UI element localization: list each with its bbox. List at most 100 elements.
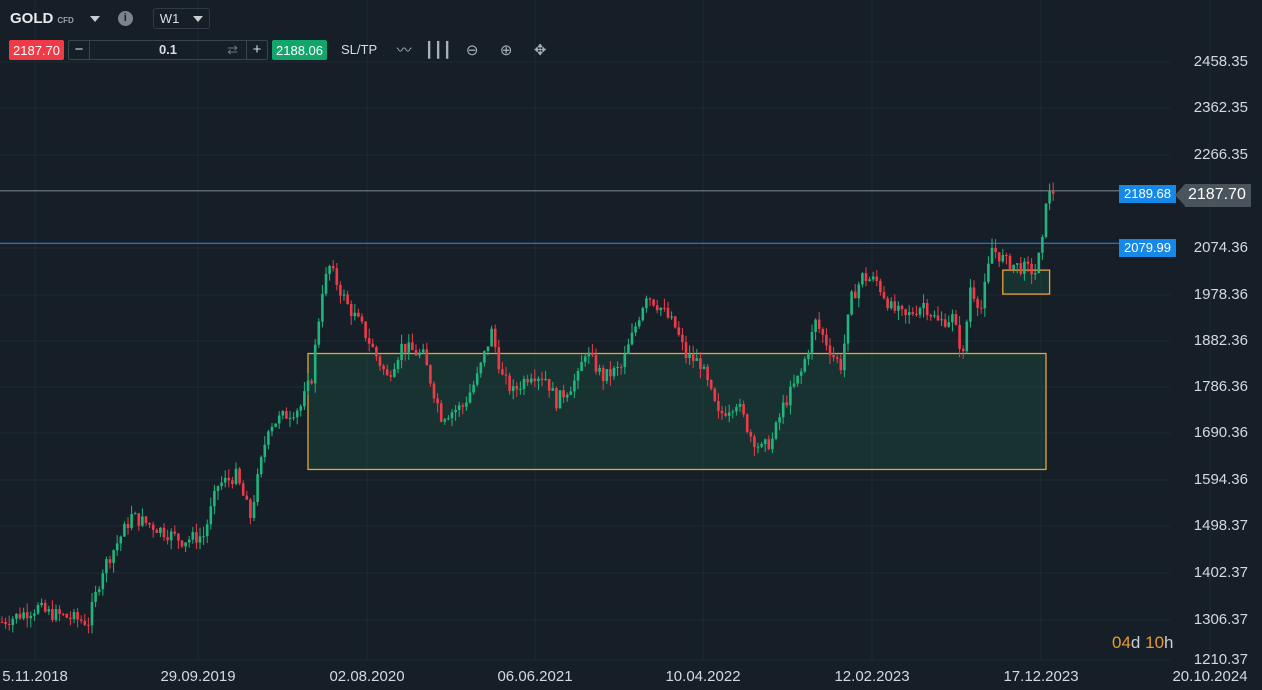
- candle-body: [126, 523, 130, 528]
- time-tick: 12.02.2023: [834, 668, 910, 685]
- candle-body: [15, 613, 18, 619]
- increase-button[interactable]: +: [247, 41, 267, 59]
- candle-body: [846, 314, 850, 344]
- candle-body: [583, 356, 587, 362]
- candle-body: [371, 343, 375, 348]
- candle-body: [137, 513, 141, 526]
- candlestick-icon[interactable]: ┃┃┃: [423, 41, 453, 59]
- candle-body: [537, 378, 540, 382]
- candle-body: [119, 536, 123, 544]
- info-icon[interactable]: i: [117, 11, 133, 26]
- candle-body: [702, 366, 706, 369]
- candle-body: [213, 490, 216, 507]
- swap-icon[interactable]: ⇄: [227, 41, 238, 59]
- candle-body: [187, 539, 191, 543]
- candle-body: [108, 559, 112, 564]
- move-icon[interactable]: ✥: [525, 41, 555, 59]
- price-tick: 1594.36: [1193, 471, 1248, 488]
- candle-body: [576, 371, 580, 381]
- candle-body: [115, 543, 119, 551]
- highlight-zone: [307, 352, 1047, 471]
- candle-body: [493, 328, 497, 348]
- candle-body: [587, 352, 591, 357]
- candle-body: [684, 342, 688, 358]
- candle-body: [40, 602, 43, 605]
- candle-body: [432, 383, 436, 399]
- candle-body: [112, 550, 115, 564]
- candle-body: [346, 294, 349, 305]
- candle-body: [972, 287, 976, 299]
- candle-body: [1005, 254, 1008, 256]
- candle-body: [349, 304, 353, 317]
- candle-body: [936, 315, 940, 321]
- candle-body: [695, 358, 699, 361]
- candle-body: [821, 328, 825, 335]
- candle-body: [864, 273, 868, 282]
- time-tick: 20.10.2024: [1172, 668, 1248, 685]
- line-chart-icon[interactable]: 〰: [389, 39, 419, 60]
- candle-body: [310, 380, 313, 384]
- level-tag-upper[interactable]: 2189.68: [1119, 185, 1176, 203]
- candle-body: [616, 366, 619, 368]
- candle-body: [425, 349, 429, 366]
- candle-body: [1023, 261, 1026, 274]
- current-price-tag: 2187.70: [1175, 184, 1251, 207]
- symbol-name[interactable]: GOLD: [10, 10, 53, 27]
- candle-body: [1051, 190, 1055, 194]
- level-tag-lower[interactable]: 2079.99: [1119, 239, 1176, 257]
- candle-body: [947, 322, 951, 327]
- candle-body: [29, 615, 33, 619]
- candle-body: [951, 314, 954, 323]
- candle-body: [306, 380, 310, 392]
- candle-body: [238, 468, 241, 484]
- candle-body: [634, 326, 637, 333]
- candle-body: [281, 411, 285, 416]
- symbol-dropdown-icon[interactable]: [89, 15, 100, 22]
- candle-body: [569, 391, 573, 395]
- candle-body: [256, 474, 259, 503]
- highlight-zone: [1002, 269, 1051, 295]
- zoom-out-icon[interactable]: ⊖: [457, 41, 487, 59]
- candle-body: [58, 609, 61, 614]
- sltp-button[interactable]: SL/TP: [341, 42, 377, 57]
- candle-body: [832, 354, 835, 358]
- candle-body: [598, 367, 601, 372]
- candle-body: [555, 388, 558, 409]
- candle-body: [796, 375, 799, 384]
- candle-body: [738, 404, 742, 407]
- candle-body: [155, 529, 159, 534]
- candle-body: [468, 392, 472, 403]
- zoom-in-icon[interactable]: ⊕: [491, 41, 521, 59]
- candle-body: [22, 612, 25, 619]
- candle-body: [396, 360, 400, 370]
- timeframe-select[interactable]: W1: [152, 8, 211, 29]
- candle-body: [490, 328, 493, 347]
- buy-button[interactable]: 2188.06: [272, 39, 327, 60]
- candle-body: [648, 298, 652, 300]
- candle-body: [54, 609, 58, 620]
- candle-body: [724, 413, 727, 416]
- candle-body: [61, 613, 65, 615]
- candle-body: [727, 412, 731, 416]
- candle-body: [101, 573, 105, 590]
- candle-body: [594, 354, 598, 372]
- quantity-stepper[interactable]: − 0.1 ⇄ +: [68, 39, 268, 60]
- candle-body: [515, 386, 519, 390]
- price-tick: 1786.36: [1193, 378, 1248, 395]
- candle-body: [148, 522, 151, 525]
- candle-body: [299, 406, 303, 411]
- candle-body: [1044, 203, 1048, 238]
- candle-body: [871, 276, 875, 280]
- candle-body: [421, 349, 425, 353]
- sell-button[interactable]: 2187.70: [9, 39, 64, 60]
- candle-body: [141, 516, 144, 526]
- candle-body: [418, 352, 421, 356]
- candle-body: [249, 499, 252, 519]
- price-tick: 1306.37: [1193, 611, 1248, 628]
- decrease-button[interactable]: −: [69, 41, 89, 59]
- quantity-input[interactable]: 0.1 ⇄: [89, 40, 247, 59]
- time-tick: 02.08.2020: [329, 668, 405, 685]
- price-chart[interactable]: [0, 0, 1262, 690]
- candle-body: [850, 291, 853, 315]
- candle-body: [857, 284, 861, 299]
